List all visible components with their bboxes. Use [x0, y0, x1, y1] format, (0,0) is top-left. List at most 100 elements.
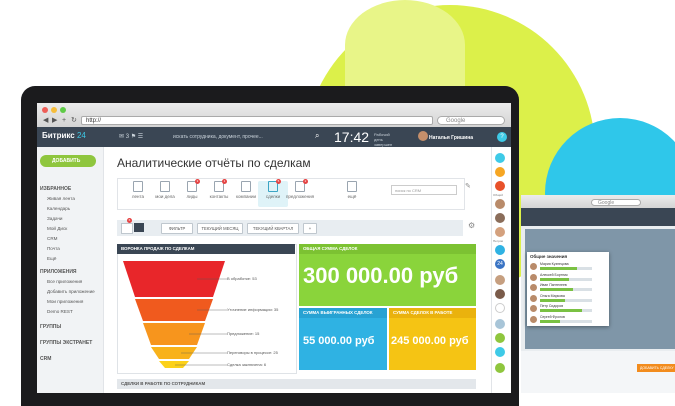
- close-dot[interactable]: [42, 107, 48, 113]
- video-icon[interactable]: [495, 347, 505, 357]
- popup-row[interactable]: Ольга Маркова: [530, 294, 606, 304]
- tab-quotes[interactable]: предложения 2: [285, 179, 315, 199]
- view-chart-icon[interactable]: [134, 223, 144, 232]
- sidebar-item-all-apps[interactable]: Все приложения: [47, 279, 82, 284]
- popup-row[interactable]: Иван Пантелеев: [530, 283, 606, 293]
- user-name[interactable]: Наталья Гришина: [429, 135, 473, 141]
- popup-row-name: Алексей Бортник: [540, 272, 568, 277]
- kpi-won-value: 55 000.00 руб: [303, 335, 375, 347]
- popup-row-progress-fill: [540, 309, 582, 312]
- phone-icon[interactable]: [495, 333, 505, 343]
- popup-row[interactable]: Алексей Бортник: [530, 273, 606, 283]
- view-table-icon[interactable]: [121, 223, 133, 234]
- tab-label: лиды: [186, 194, 198, 199]
- forward-icon[interactable]: ▶: [52, 116, 57, 125]
- sidebar-item-crm[interactable]: CRM: [47, 236, 57, 241]
- address-bar[interactable]: http://: [81, 116, 433, 125]
- kpi-progress-value: 245 000.00 руб: [391, 335, 469, 347]
- kpi-progress-title: СУММА СДЕЛОК В РАБОТЕ: [389, 308, 476, 318]
- activities-icon: [160, 181, 170, 192]
- secondary-browser-chrome: Google: [521, 195, 675, 208]
- sidebar-item-add-app[interactable]: Добавить приложение: [47, 289, 95, 294]
- sidebar-section-groups[interactable]: ГРУППЫ: [40, 324, 61, 330]
- browser-search-field[interactable]: Google: [437, 116, 505, 125]
- tab-feed[interactable]: лента: [123, 181, 153, 199]
- settings-icon[interactable]: ⚙: [468, 221, 475, 230]
- reload-icon[interactable]: ↻: [71, 116, 77, 125]
- sidebar-item-tasks[interactable]: Задачи: [47, 216, 62, 221]
- sidebar-item-my-apps[interactable]: Мои приложения: [47, 299, 83, 304]
- add-contact-icon[interactable]: [495, 363, 505, 373]
- add-button[interactable]: ДОБАВИТЬ: [40, 155, 96, 167]
- sidebar-section-apps[interactable]: ПРИЛОЖЕНИЯ: [40, 269, 77, 275]
- contact-avatar-4[interactable]: [495, 275, 505, 285]
- back-icon[interactable]: ◀: [43, 116, 48, 125]
- help-icon[interactable]: ?: [497, 132, 507, 142]
- logo-name: Битрикс: [42, 131, 75, 140]
- messages-icon[interactable]: ✉ 3 ⚑ ☰: [119, 133, 143, 140]
- filter-button[interactable]: ФИЛЬТР: [161, 223, 193, 234]
- workday-status: Рабочий день завершен: [374, 132, 393, 147]
- sidebar-section-extranet[interactable]: ГРУППЫ ЭКСТРАНЕТ: [40, 340, 92, 346]
- sidebar-item-feed[interactable]: Живая лента: [47, 196, 75, 201]
- add-deal-button[interactable]: ДОБАВИТЬ СДЕЛКУ: [637, 364, 675, 372]
- avatar: [530, 273, 537, 281]
- contact-avatar-1[interactable]: [495, 199, 505, 209]
- sidebar-item-more[interactable]: Ещё: [47, 256, 56, 261]
- contacts-badge: 1: [222, 179, 227, 184]
- popup-title: Общие значения: [530, 254, 568, 259]
- clock-icon[interactable]: [495, 303, 505, 313]
- background-circle-highlight: [345, 0, 465, 90]
- sidebar-section-favorites[interactable]: ИЗБРАННОЕ: [40, 186, 71, 192]
- tab-deals[interactable]: сделки 5: [258, 179, 288, 207]
- clock[interactable]: 17:42: [334, 129, 369, 145]
- tab-contacts[interactable]: контакты 1: [204, 179, 234, 199]
- contact-avatar-3[interactable]: [495, 227, 505, 237]
- page-title: Аналитические отчёты по сделкам: [117, 156, 311, 170]
- calls-icon[interactable]: [495, 181, 505, 191]
- secondary-clock: 16:12: [63, 16, 89, 27]
- filter-current-quarter[interactable]: ТЕКУЩИЙ КВАРТАЛ: [247, 223, 299, 234]
- secondary-search-field[interactable]: Google: [591, 199, 641, 206]
- minimize-dot[interactable]: [51, 107, 57, 113]
- more-icon: [347, 181, 357, 192]
- tab-activities[interactable]: мои дела: [150, 181, 180, 199]
- search-icon[interactable]: ⌕: [315, 131, 319, 141]
- popup-row-progress-fill: [540, 298, 565, 302]
- group-icon[interactable]: [495, 245, 505, 255]
- crm-search-input[interactable]: поиск по CRM: [391, 185, 457, 195]
- pin-icon[interactable]: ✎: [465, 182, 471, 190]
- contact-avatar-2[interactable]: [495, 213, 505, 223]
- funnel-stage-5[interactable]: [159, 361, 189, 368]
- app-logo[interactable]: Битрикс 24: [42, 131, 86, 140]
- popup-row-progress: [540, 288, 592, 291]
- popup-row-progress-fill: [540, 267, 578, 270]
- tab-label: компании: [235, 194, 257, 199]
- popup-row[interactable]: Петр Сидоров: [530, 304, 606, 314]
- add-tab-icon[interactable]: +: [62, 116, 66, 125]
- avatar[interactable]: [418, 131, 428, 141]
- global-search-input[interactable]: искать сотрудника, документ, прочее...: [173, 134, 263, 140]
- sidebar-item-mail[interactable]: Почта: [47, 246, 60, 251]
- filter-current-month[interactable]: ТЕКУЩИЙ МЕСЯЦ: [197, 223, 243, 234]
- sidebar-item-drive[interactable]: Мой Диск: [47, 226, 67, 231]
- tab-leads[interactable]: лиды 3: [177, 179, 207, 199]
- contact-avatar-6[interactable]: [495, 319, 505, 329]
- sidebar-section-crm[interactable]: CRM: [40, 356, 51, 362]
- maximize-dot[interactable]: [60, 107, 66, 113]
- tab-more[interactable]: ещё: [337, 181, 367, 199]
- tab-label: предложения: [285, 194, 315, 199]
- popup-row-progress-fill: [540, 288, 573, 291]
- tab-companies[interactable]: компании: [231, 181, 261, 199]
- sidebar-item-calendar[interactable]: Календарь: [47, 206, 70, 211]
- popup-row[interactable]: Сергей Фролов: [530, 315, 606, 325]
- add-filter-button[interactable]: +: [303, 223, 317, 234]
- secondary-header: [521, 208, 675, 226]
- b24-badge-icon[interactable]: 24: [495, 259, 505, 269]
- sidebar-item-demo-rest[interactable]: Demo REST: [47, 309, 73, 314]
- popup-row[interactable]: Мария Кузнецова: [530, 262, 606, 272]
- contact-avatar-5[interactable]: [495, 289, 505, 299]
- notifications-icon[interactable]: [495, 153, 505, 163]
- popup-row-name: Ольга Маркова: [540, 293, 565, 298]
- chat-icon[interactable]: [495, 167, 505, 177]
